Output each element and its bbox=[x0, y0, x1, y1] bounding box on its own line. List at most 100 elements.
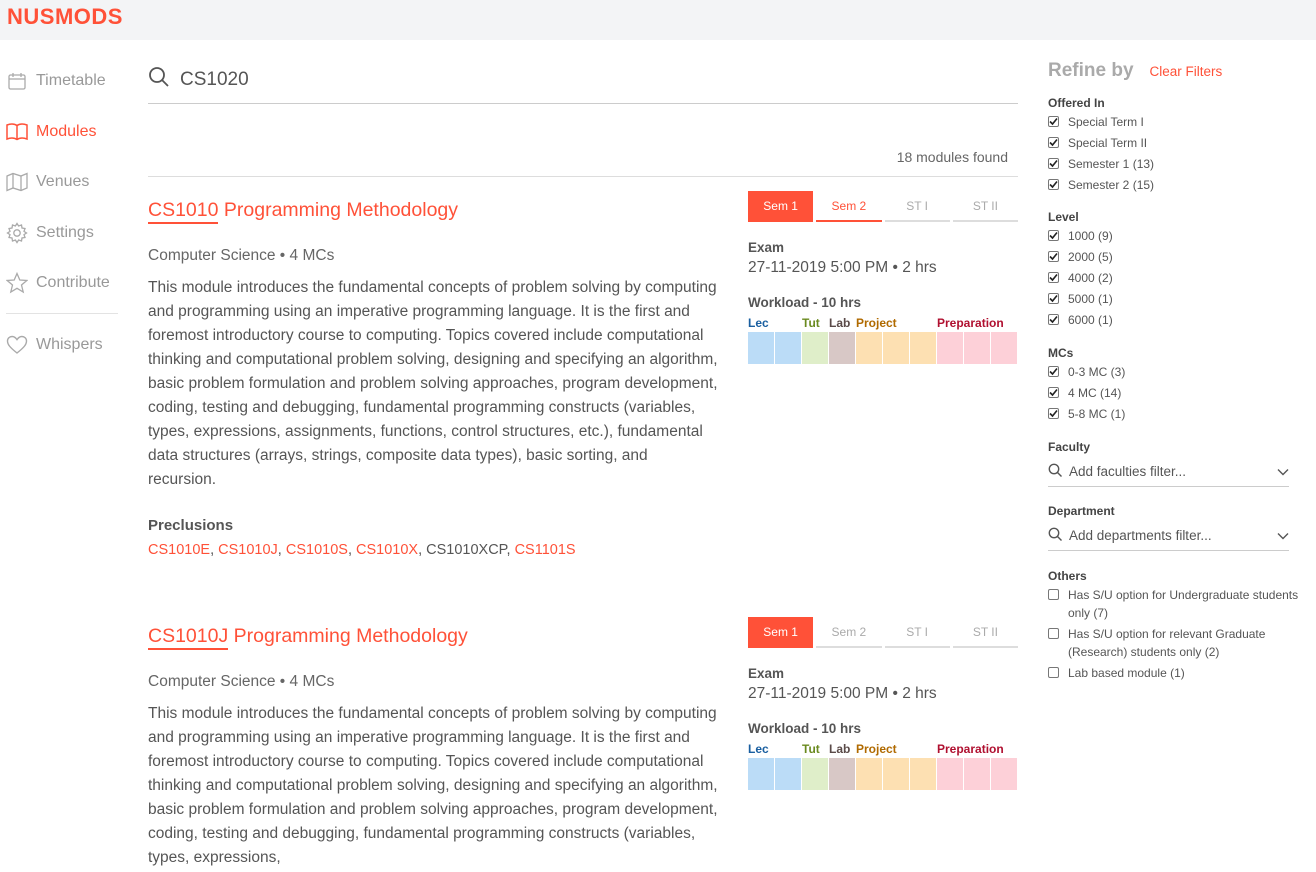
preclusion-link[interactable]: CS1101S bbox=[515, 542, 576, 558]
workload-cell-lec bbox=[748, 332, 774, 364]
filter-option[interactable]: 1000 (9) bbox=[1048, 227, 1310, 245]
checkbox-checked[interactable] bbox=[1048, 272, 1059, 283]
checkbox-unchecked[interactable] bbox=[1048, 589, 1059, 600]
preclusion-link[interactable]: CS1010J bbox=[218, 542, 278, 558]
preclusion-link[interactable]: CS1010X bbox=[356, 542, 418, 558]
workload-prep-label: Preparation bbox=[937, 742, 1004, 756]
filter-option[interactable]: 2000 (5) bbox=[1048, 248, 1310, 266]
search-icon bbox=[1048, 463, 1063, 481]
module-meta: Computer Science • 4 MCs bbox=[148, 247, 335, 264]
checkbox-unchecked[interactable] bbox=[1048, 667, 1059, 678]
workload-cell-prep bbox=[964, 332, 990, 364]
filter-option[interactable]: Has S/U option for Undergraduate student… bbox=[1048, 586, 1310, 622]
filter-mcs: MCs 0-3 MC (3) 4 MC (14) 5-8 MC (1) bbox=[1048, 346, 1310, 426]
filter-option-label: Has S/U option for relevant Graduate (Re… bbox=[1068, 627, 1266, 659]
workload-cell-project bbox=[883, 758, 909, 790]
nav-item-modules[interactable]: Modules bbox=[0, 107, 120, 158]
module-name[interactable]: Programming Methodology bbox=[234, 625, 468, 647]
filter-option[interactable]: 6000 (1) bbox=[1048, 311, 1310, 329]
workload-tut-label: Tut bbox=[802, 316, 820, 330]
results-count: 18 modules found bbox=[896, 149, 1008, 165]
workload-cell-lec bbox=[775, 758, 801, 790]
preclusions-list: CS1010E, CS1010J, CS1010S, CS1010X, CS10… bbox=[148, 542, 576, 558]
module-title[interactable]: CS1010J Programming Methodology bbox=[148, 625, 468, 650]
chevron-down-icon bbox=[1277, 464, 1289, 479]
checkbox-checked[interactable] bbox=[1048, 116, 1059, 127]
nav-item-whispers[interactable]: Whispers bbox=[0, 320, 120, 371]
workload-labels: Lec Tut Lab Project Preparation bbox=[748, 316, 1018, 332]
app-logo[interactable]: NUSMODS bbox=[7, 4, 123, 30]
checkbox-checked[interactable] bbox=[1048, 158, 1059, 169]
department-filter-placeholder: Add departments filter... bbox=[1069, 528, 1212, 543]
clear-filters-button[interactable]: Clear Filters bbox=[1150, 64, 1223, 79]
filter-option[interactable]: 4000 (2) bbox=[1048, 269, 1310, 287]
side-nav: Timetable Modules Venues Settings Contri… bbox=[0, 56, 120, 370]
workload-cell-tut bbox=[802, 758, 828, 790]
filter-option[interactable]: 5-8 MC (1) bbox=[1048, 405, 1310, 423]
workload-project-label: Project bbox=[856, 742, 897, 756]
filter-level: Level 1000 (9) 2000 (5) 4000 (2) 5000 (1… bbox=[1048, 210, 1310, 332]
checkbox-checked[interactable] bbox=[1048, 137, 1059, 148]
checkbox-checked[interactable] bbox=[1048, 314, 1059, 325]
workload-cell-project bbox=[856, 332, 882, 364]
module-name[interactable]: Programming Methodology bbox=[224, 199, 458, 221]
filter-option[interactable]: Semester 1 (13) bbox=[1048, 155, 1310, 173]
department-filter-select[interactable]: Add departments filter... bbox=[1048, 521, 1289, 551]
faculty-filter-select[interactable]: Add faculties filter... bbox=[1048, 457, 1289, 487]
tab-st-2[interactable]: ST II bbox=[952, 191, 1018, 222]
filter-option[interactable]: Special Term I bbox=[1048, 113, 1310, 131]
filter-option-label: Lab based module (1) bbox=[1068, 666, 1185, 680]
preclusion-text: CS1010XCP bbox=[426, 542, 507, 558]
checkbox-unchecked[interactable] bbox=[1048, 628, 1059, 639]
filter-option-label: Semester 2 (15) bbox=[1068, 178, 1155, 192]
search-input[interactable]: CS1020 bbox=[180, 69, 249, 91]
filter-option[interactable]: 5000 (1) bbox=[1048, 290, 1310, 308]
filter-option[interactable]: Has S/U option for relevant Graduate (Re… bbox=[1048, 625, 1310, 661]
module-code[interactable]: CS1010J bbox=[148, 625, 229, 650]
module-info-panel: Sem 1 Sem 2 ST I ST II Exam 27-11-2019 5… bbox=[748, 617, 1018, 790]
tab-sem-1[interactable]: Sem 1 bbox=[748, 617, 814, 648]
checkbox-checked[interactable] bbox=[1048, 251, 1059, 262]
tab-st-1[interactable]: ST I bbox=[884, 191, 950, 222]
filter-option[interactable]: Special Term II bbox=[1048, 134, 1310, 152]
workload-cell-lab bbox=[829, 758, 855, 790]
tab-sem-2[interactable]: Sem 2 bbox=[816, 617, 882, 648]
filter-department: Department Add departments filter... bbox=[1048, 504, 1310, 551]
filter-option[interactable]: Semester 2 (15) bbox=[1048, 176, 1310, 194]
preclusion-link[interactable]: CS1010E bbox=[148, 542, 210, 558]
checkbox-checked[interactable] bbox=[1048, 366, 1059, 377]
nav-item-contribute[interactable]: Contribute bbox=[0, 258, 120, 309]
workload-cell-project bbox=[856, 758, 882, 790]
tab-sem-1[interactable]: Sem 1 bbox=[748, 191, 814, 222]
heart-icon bbox=[6, 334, 28, 356]
module-meta: Computer Science • 4 MCs bbox=[148, 673, 335, 690]
tab-st-2[interactable]: ST II bbox=[952, 617, 1018, 648]
checkbox-checked[interactable] bbox=[1048, 408, 1059, 419]
preclusion-link[interactable]: CS1010S bbox=[286, 542, 348, 558]
checkbox-checked[interactable] bbox=[1048, 179, 1059, 190]
filter-group-title: Department bbox=[1048, 504, 1115, 518]
preclusions-heading: Preclusions bbox=[148, 517, 234, 534]
workload-cell-prep bbox=[964, 758, 990, 790]
nav-item-timetable[interactable]: Timetable bbox=[0, 56, 120, 107]
checkbox-checked[interactable] bbox=[1048, 293, 1059, 304]
module-description: This module introduces the fundamental c… bbox=[148, 705, 718, 866]
nav-divider bbox=[6, 312, 118, 314]
module-search[interactable]: CS1020 bbox=[148, 56, 1018, 104]
module-title[interactable]: CS1010 Programming Methodology bbox=[148, 199, 458, 224]
module-code[interactable]: CS1010 bbox=[148, 199, 219, 224]
filter-option[interactable]: 4 MC (14) bbox=[1048, 384, 1310, 402]
checkbox-checked[interactable] bbox=[1048, 387, 1059, 398]
filter-option-label: Special Term I bbox=[1068, 115, 1144, 129]
gear-icon bbox=[6, 222, 28, 244]
nav-item-venues[interactable]: Venues bbox=[0, 157, 120, 208]
map-icon bbox=[6, 171, 28, 193]
tab-st-1[interactable]: ST I bbox=[884, 617, 950, 648]
filter-option[interactable]: Lab based module (1) bbox=[1048, 664, 1310, 682]
nav-item-settings[interactable]: Settings bbox=[0, 208, 120, 259]
faculty-filter-placeholder: Add faculties filter... bbox=[1069, 464, 1187, 479]
workload-labels: Lec Tut Lab Project Preparation bbox=[748, 742, 1018, 758]
filter-option[interactable]: 0-3 MC (3) bbox=[1048, 363, 1310, 381]
tab-sem-2[interactable]: Sem 2 bbox=[816, 191, 882, 222]
checkbox-checked[interactable] bbox=[1048, 230, 1059, 241]
